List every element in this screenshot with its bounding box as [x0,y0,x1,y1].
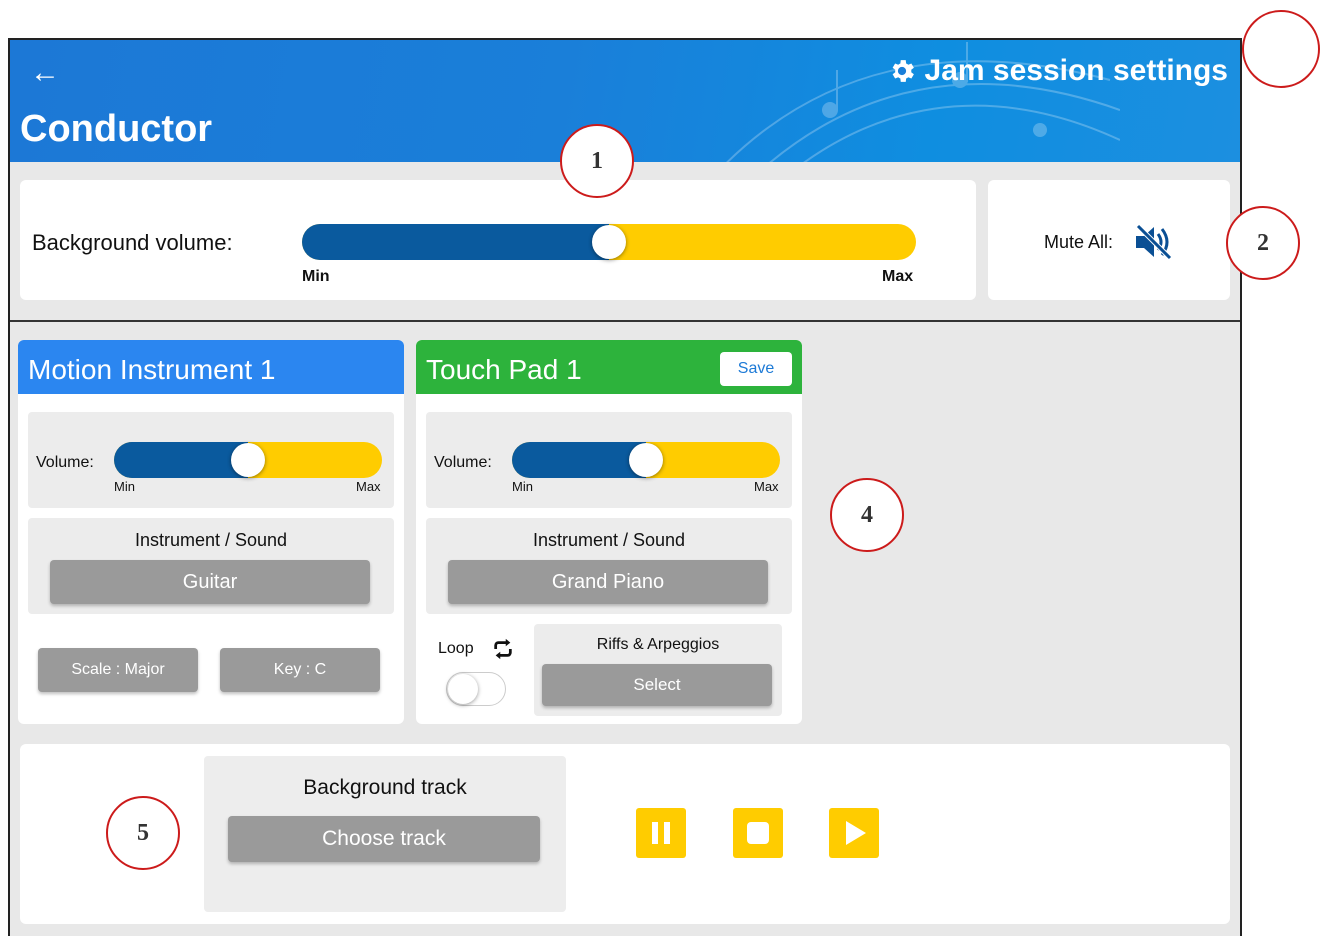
choose-track-button[interactable]: Choose track [228,816,540,862]
card-title: Touch Pad 1 [426,354,582,385]
card-header: Motion Instrument 1 [18,340,404,394]
page-title: Conductor [20,108,213,150]
card-title: Motion Instrument 1 [28,354,276,385]
instrument-sound-label: Instrument / Sound [532,530,686,550]
slider-knob[interactable] [231,443,265,477]
jam-session-settings-button[interactable]: Jam session settings [887,54,1228,88]
section-divider [10,320,1240,322]
instrument-select-button[interactable]: Guitar [50,560,370,604]
slider-knob[interactable] [629,443,663,477]
volume-label: Volume: [434,454,492,471]
stop-icon [747,822,769,844]
instrument-volume-slider[interactable] [114,442,382,478]
speaker-muted-icon[interactable] [1134,224,1174,260]
save-button[interactable]: Save [720,352,792,386]
annotation-badge-1: 1 [560,124,634,198]
stop-button[interactable] [733,808,783,858]
slider-fill [512,442,646,478]
loop-icon [494,638,512,660]
toggle-knob [448,674,478,704]
annotation-badge-5: 5 [106,796,180,870]
slider-max-label: Max [356,479,381,494]
play-icon [846,821,866,845]
background-volume-label: Background volume: [32,230,233,255]
annotation-badge-2: 2 [1226,206,1300,280]
riffs-select-button[interactable]: Select [542,664,772,706]
loop-label: Loop [438,640,474,657]
scale-button[interactable]: Scale : Major [38,648,198,692]
annotation-badge-4: 4 [830,478,904,552]
volume-box: Volume: Min Max [28,412,394,508]
background-track-box: Background track Choose track [204,756,566,912]
slider-min-label: Min [302,268,330,285]
slider-knob[interactable] [592,225,626,259]
instrument-box: Instrument / Sound Grand Piano [426,518,792,614]
background-volume-slider[interactable] [302,224,916,260]
touch-pad-card: Touch Pad 1 Save Volume: Min Max Instrum… [416,340,802,724]
riffs-box: Riffs & Arpeggios Select [534,624,782,716]
touchpad-volume-slider[interactable] [512,442,780,478]
background-volume-panel: Background volume: Min Max [20,180,976,300]
back-arrow-icon[interactable]: ← [30,58,60,88]
motion-instrument-card: Motion Instrument 1 Volume: Min Max Inst… [18,340,404,724]
slider-min-label: Min [114,479,135,494]
pause-button[interactable] [636,808,686,858]
loop-toggle[interactable] [446,672,506,706]
slider-min-label: Min [512,479,533,494]
pause-icon [652,822,670,844]
background-track-panel: Background track Choose track [20,744,1230,924]
volume-box: Volume: Min Max [426,412,792,508]
slider-max-label: Max [754,479,779,494]
key-button[interactable]: Key : C [220,648,380,692]
instrument-sound-label: Instrument / Sound [134,530,288,550]
background-track-label: Background track [303,776,467,799]
riffs-arpeggios-label: Riffs & Arpeggios [596,636,720,653]
settings-label: Jam session settings [924,54,1228,87]
annotation-badge-empty [1242,10,1320,88]
play-button[interactable] [829,808,879,858]
volume-label: Volume: [36,454,94,471]
slider-max-label: Max [882,268,914,285]
slider-fill [114,442,248,478]
mute-all-label: Mute All: [1044,232,1114,252]
mute-all-panel: Mute All: [988,180,1230,300]
gear-icon [892,60,914,82]
slider-fill [302,224,609,260]
instrument-select-button[interactable]: Grand Piano [448,560,768,604]
instrument-box: Instrument / Sound Guitar [28,518,394,614]
card-header: Touch Pad 1 Save [416,340,802,394]
